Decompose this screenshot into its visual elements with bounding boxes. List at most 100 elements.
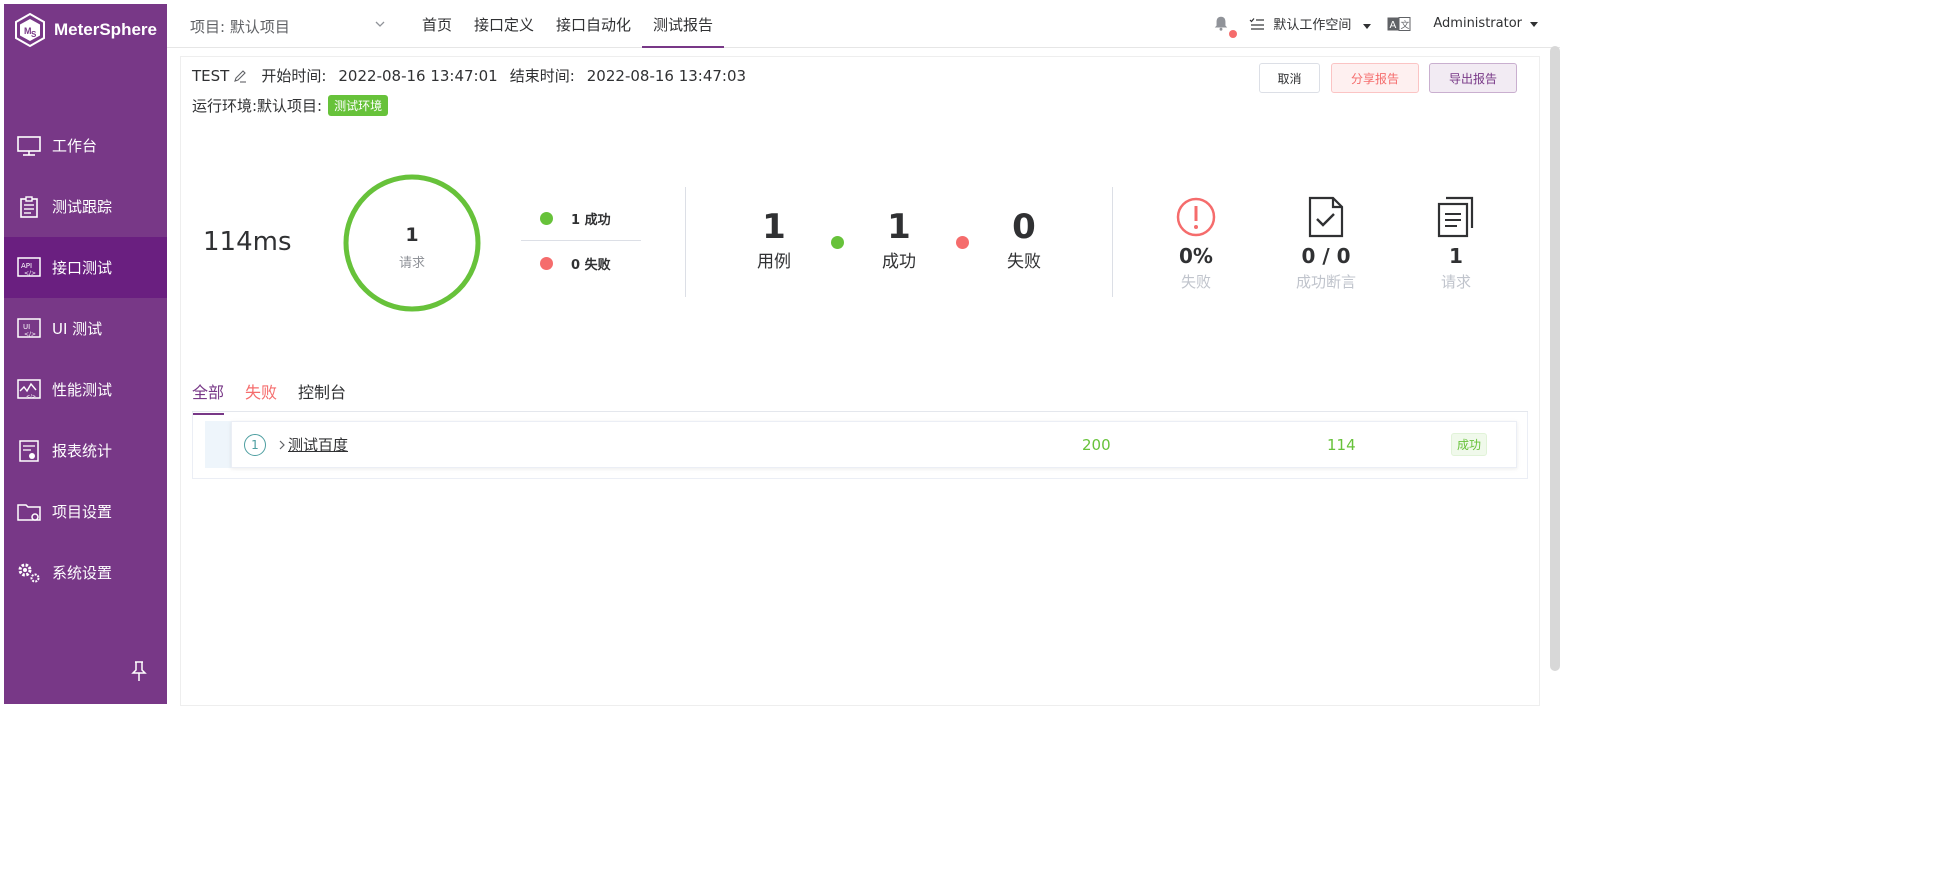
assertions-metric: 0 / 0 成功断言 <box>1276 195 1376 292</box>
fail-count: 0 <box>1012 207 1036 247</box>
legend-fail-text: 0 失败 <box>571 257 611 273</box>
sidebar-item-workbench[interactable]: 工作台 <box>4 115 167 176</box>
folder-gear-icon <box>16 500 42 524</box>
gears-icon <box>16 561 42 585</box>
topbar: 项目: 默认项目 首页 接口定义 接口自动化 测试报告 默认工作空间 A文 Ad… <box>167 4 1560 48</box>
svg-text:文: 文 <box>1401 19 1410 31</box>
report-header: TEST 开始时间: 2022-08-16 13:47:01 结束时间: 202… <box>192 65 752 86</box>
svg-text:A: A <box>1390 20 1397 31</box>
share-report-button[interactable]: 分享报告 <box>1331 63 1419 93</box>
vertical-scrollbar[interactable] <box>1550 46 1560 671</box>
cases-label: 用例 <box>757 252 791 272</box>
start-time-value: 2022-08-16 13:47:01 <box>338 66 498 85</box>
sidebar-item-report-stats[interactable]: 报表统计 <box>4 420 167 481</box>
top-right-controls: 默认工作空间 A文 Administrator <box>1213 14 1538 38</box>
report-icon <box>16 439 42 463</box>
ring-count: 1 <box>405 224 419 246</box>
sidebar-item-label: 报表统计 <box>52 442 113 460</box>
fail-label: 失败 <box>1007 252 1041 272</box>
request-name[interactable]: 测试百度 <box>288 434 348 455</box>
user-menu[interactable]: Administrator <box>1433 16 1538 31</box>
assertions-label: 成功断言 <box>1295 273 1356 291</box>
legend-success-text: 1 成功 <box>571 213 611 228</box>
workspace-label: 默认工作空间 <box>1273 18 1352 33</box>
assertions-value: 0 / 0 <box>1301 244 1351 268</box>
requests-label: 请求 <box>1440 273 1471 291</box>
environment-line: 运行环境:默认项目: 测试环境 <box>192 95 389 116</box>
sidebar: M S MeterSphere 工作台 测试跟踪 API </> 接口测试 UI… <box>4 4 167 704</box>
language-switch-icon[interactable]: A文 <box>1387 16 1411 31</box>
documents-stack-icon <box>1437 196 1474 238</box>
project-select-value: 项目: 默认项目 <box>190 18 290 36</box>
export-report-button[interactable]: 导出报告 <box>1429 63 1517 93</box>
sidebar-item-api-test[interactable]: API </> 接口测试 <box>4 237 167 298</box>
api-icon: API </> <box>16 256 42 280</box>
success-dot <box>540 212 553 225</box>
fail-stat: 0 失败 <box>984 207 1064 272</box>
divider <box>685 187 686 297</box>
edit-icon[interactable] <box>233 69 247 83</box>
total-duration: 114ms <box>203 227 292 257</box>
requests-metric: 1 请求 <box>1406 195 1506 292</box>
sidebar-item-performance-test[interactable]: </> 性能测试 <box>4 359 167 420</box>
fail-rate-value: 0% <box>1179 244 1213 268</box>
status-badge: 成功 <box>1451 433 1488 456</box>
end-time-value: 2022-08-16 13:47:03 <box>586 66 747 85</box>
sidebar-item-ui-test[interactable]: UI </> UI 测试 <box>4 298 167 359</box>
metersphere-logo-icon: M S <box>15 12 45 48</box>
start-time-label: 开始时间: <box>261 67 327 85</box>
nav-api-definition[interactable]: 接口定义 <box>463 4 545 47</box>
response-time: 114 <box>1327 435 1356 454</box>
workspace-select[interactable]: 默认工作空间 <box>1273 14 1372 33</box>
sidebar-item-test-track[interactable]: 测试跟踪 <box>4 176 167 237</box>
ui-icon: UI </> <box>16 317 42 341</box>
sidebar-item-label: 测试跟踪 <box>52 198 113 216</box>
report-name: TEST <box>192 66 230 85</box>
legend-fail: 0 失败 <box>521 241 641 285</box>
success-stat: 1 成功 <box>859 207 939 272</box>
tab-all[interactable]: 全部 <box>192 379 225 415</box>
nav-api-automation[interactable]: 接口自动化 <box>545 4 642 47</box>
nav-home[interactable]: 首页 <box>411 4 463 47</box>
top-nav: 首页 接口定义 接口自动化 测试报告 <box>411 4 725 48</box>
divider <box>1112 187 1113 297</box>
tree-indent-strip <box>205 421 231 468</box>
fail-dot <box>956 236 969 249</box>
request-ring: 1 请求 <box>341 172 483 314</box>
tree-row[interactable]: 1 测试百度 200 114 成功 <box>231 421 1517 468</box>
report-main: TEST 开始时间: 2022-08-16 13:47:01 结束时间: 202… <box>180 56 1540 706</box>
tab-fail[interactable]: 失败 <box>245 379 277 415</box>
clipboard-icon <box>16 195 42 219</box>
sidebar-item-label: UI 测试 <box>52 320 103 338</box>
monitor-icon <box>16 134 42 158</box>
workspace-list-icon <box>1249 17 1265 30</box>
user-name: Administrator <box>1433 16 1522 31</box>
success-dot <box>831 236 844 249</box>
chevron-down-icon <box>375 21 385 27</box>
success-label: 成功 <box>882 252 916 272</box>
sidebar-item-project-settings[interactable]: 项目设置 <box>4 481 167 542</box>
result-tree: 1 测试百度 200 114 成功 <box>192 412 1528 479</box>
legend-success: 1 成功 <box>521 197 641 241</box>
sidebar-item-label: 项目设置 <box>52 503 113 521</box>
environment-label: 运行环境:默认项目: <box>192 97 323 115</box>
notification-bell-icon[interactable] <box>1213 15 1238 38</box>
nav-test-report[interactable]: 测试报告 <box>642 4 725 48</box>
sidebar-item-label: 系统设置 <box>52 564 113 582</box>
cancel-button[interactable]: 取消 <box>1259 63 1320 93</box>
project-select[interactable]: 项目: 默认项目 <box>190 16 390 37</box>
end-time-label: 结束时间: <box>509 67 575 85</box>
result-tabs: 全部 失败 控制台 <box>192 379 346 415</box>
pin-icon[interactable] <box>130 660 148 682</box>
sidebar-item-label: 性能测试 <box>52 381 113 399</box>
tab-console[interactable]: 控制台 <box>298 379 346 415</box>
notification-dot <box>1229 29 1238 38</box>
sidebar-item-label: 接口测试 <box>52 259 113 277</box>
chevron-right-icon[interactable] <box>278 439 286 451</box>
app-frame: M S MeterSphere 工作台 测试跟踪 API </> 接口测试 UI… <box>0 0 1568 706</box>
cases-count: 1 <box>762 207 786 247</box>
app-logo[interactable]: M S MeterSphere <box>12 12 157 48</box>
performance-icon: </> <box>16 378 42 402</box>
fail-dot <box>540 256 553 270</box>
sidebar-item-system-settings[interactable]: 系统设置 <box>4 542 167 603</box>
